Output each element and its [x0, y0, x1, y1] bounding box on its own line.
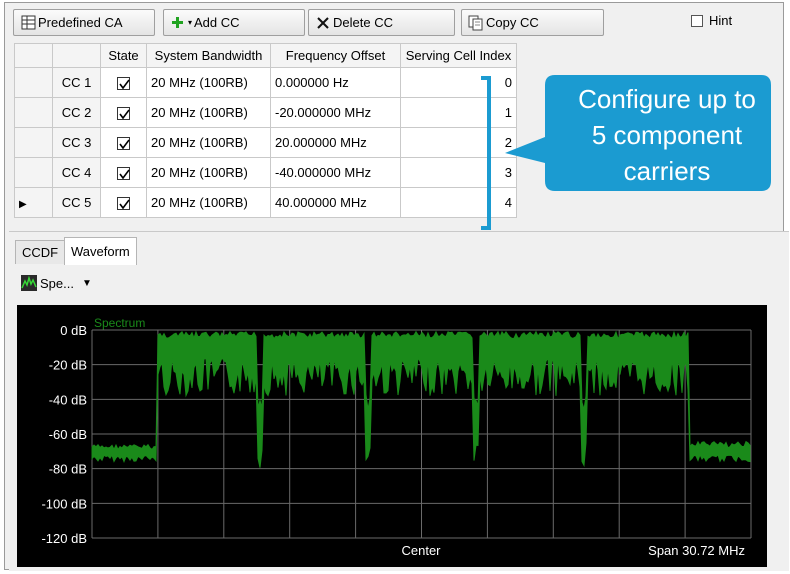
frequency-offset-cell[interactable]: 20.000000 MHz — [270, 127, 401, 158]
view-select-label: Spe... — [40, 275, 74, 291]
bandwidth-cell[interactable]: 20 MHz (100RB) — [146, 67, 271, 98]
copy-icon — [468, 15, 484, 31]
state-checkbox[interactable] — [100, 97, 147, 128]
column-header-frequency-offset[interactable]: Frequency Offset — [270, 43, 401, 68]
tab-waveform[interactable]: Waveform — [64, 237, 137, 265]
hint-checkbox[interactable]: Hint — [691, 13, 732, 28]
name-header — [52, 43, 101, 68]
column-header-serving-cell-index[interactable]: Serving Cell Index — [400, 43, 517, 68]
hint-label: Hint — [709, 13, 733, 28]
y-tick-label: -20 dB — [49, 358, 87, 373]
row-selector[interactable] — [14, 127, 53, 158]
frequency-offset-cell[interactable]: 0.000000 Hz — [270, 67, 401, 98]
plus-icon — [170, 15, 186, 31]
cc-name: CC 4 — [52, 157, 101, 188]
copy-cc-button[interactable]: Copy CC — [461, 9, 604, 36]
table-row[interactable]: CC 1 20 MHz (100RB) 0.000000 Hz 0 — [14, 67, 517, 98]
y-tick-label: -100 dB — [41, 496, 87, 511]
y-tick-label: -40 dB — [49, 392, 87, 407]
cc-name: CC 5 — [52, 187, 101, 218]
hint-checkbox-box[interactable] — [691, 14, 703, 27]
tab-ccdf[interactable]: CCDF — [15, 240, 66, 264]
bandwidth-cell[interactable]: 20 MHz (100RB) — [146, 97, 271, 128]
callout-line-3: carriers — [623, 156, 711, 186]
table-row[interactable]: CC 4 20 MHz (100RB) -40.000000 MHz 3 — [14, 157, 517, 188]
cc-name: CC 3 — [52, 127, 101, 158]
bandwidth-cell[interactable]: 20 MHz (100RB) — [146, 187, 271, 218]
delete-cc-label: Delete CC — [333, 15, 393, 30]
callout-line-1: Configure up to — [578, 84, 756, 114]
predefined-ca-label: Predefined CA — [38, 15, 123, 30]
y-tick-label: -120 dB — [41, 531, 87, 546]
state-checkbox[interactable] — [100, 157, 147, 188]
chevron-down-icon: ▼ — [81, 277, 92, 289]
cc-name: CC 2 — [52, 97, 101, 128]
close-icon — [315, 15, 331, 31]
current-row-icon: ▶ — [19, 199, 27, 210]
state-checkbox[interactable] — [100, 67, 147, 98]
spectrum-view-icon — [21, 275, 37, 291]
frequency-offset-cell[interactable]: -20.000000 MHz — [270, 97, 401, 128]
table-row[interactable]: ▶ CC 5 20 MHz (100RB) 40.000000 MHz 4 — [14, 187, 517, 218]
predefined-ca-button[interactable]: Predefined CA — [13, 9, 155, 36]
span-label: Span 30.72 MHz — [648, 543, 745, 558]
spectrum-plot: 0 dB -20 dB -40 dB -60 dB -80 dB -100 dB -120 … — [17, 305, 767, 567]
row-selector[interactable] — [14, 157, 53, 188]
cc-name: CC 1 — [52, 67, 101, 98]
row-selector-header — [14, 43, 53, 68]
add-cc-label: Add CC — [194, 15, 240, 30]
copy-cc-label: Copy CC — [486, 15, 539, 30]
delete-cc-button[interactable]: Delete CC — [308, 9, 455, 36]
y-tick-label: -80 dB — [49, 462, 87, 477]
state-checkbox[interactable] — [100, 127, 147, 158]
column-header-state[interactable]: State — [100, 43, 147, 68]
app-window: Predefined CA ▾ Add CC Delete CC Copy CC… — [4, 2, 789, 571]
callout-text: Configure up to 5 component carriers — [545, 81, 789, 189]
frequency-offset-cell[interactable]: -40.000000 MHz — [270, 157, 401, 188]
table-icon — [20, 15, 36, 31]
view-select[interactable]: Spe... ▼ — [21, 275, 92, 291]
center-label: Center — [401, 543, 441, 558]
row-selector[interactable]: ▶ — [14, 187, 53, 218]
chevron-down-icon: ▾ — [188, 18, 193, 27]
spectrum-svg: 0 dB -20 dB -40 dB -60 dB -80 dB -100 dB -120 … — [41, 316, 752, 558]
table-row[interactable]: CC 2 20 MHz (100RB) -20.000000 MHz 1 — [14, 97, 517, 128]
bandwidth-cell[interactable]: 20 MHz (100RB) — [146, 157, 271, 188]
component-carrier-table: State System Bandwidth Frequency Offset … — [14, 43, 517, 218]
callout-line-2: 5 component — [591, 120, 743, 150]
row-selector[interactable] — [14, 97, 53, 128]
bandwidth-cell[interactable]: 20 MHz (100RB) — [146, 127, 271, 158]
y-tick-label: -60 dB — [49, 427, 87, 442]
state-checkbox[interactable] — [100, 187, 147, 218]
lower-panel: CCDF Waveform Spe... ▼ 0 dB -20 dB -40 dB -… — [9, 231, 789, 571]
row-selector[interactable] — [14, 67, 53, 98]
table-header-row: State System Bandwidth Frequency Offset … — [14, 43, 517, 68]
table-row[interactable]: CC 3 20 MHz (100RB) 20.000000 MHz 2 — [14, 127, 517, 158]
column-header-bandwidth[interactable]: System Bandwidth — [146, 43, 271, 68]
frequency-offset-cell[interactable]: 40.000000 MHz — [270, 187, 401, 218]
y-tick-label: 0 dB — [60, 323, 87, 338]
plot-title: Spectrum — [94, 316, 145, 330]
add-cc-button[interactable]: ▾ Add CC — [163, 9, 305, 36]
